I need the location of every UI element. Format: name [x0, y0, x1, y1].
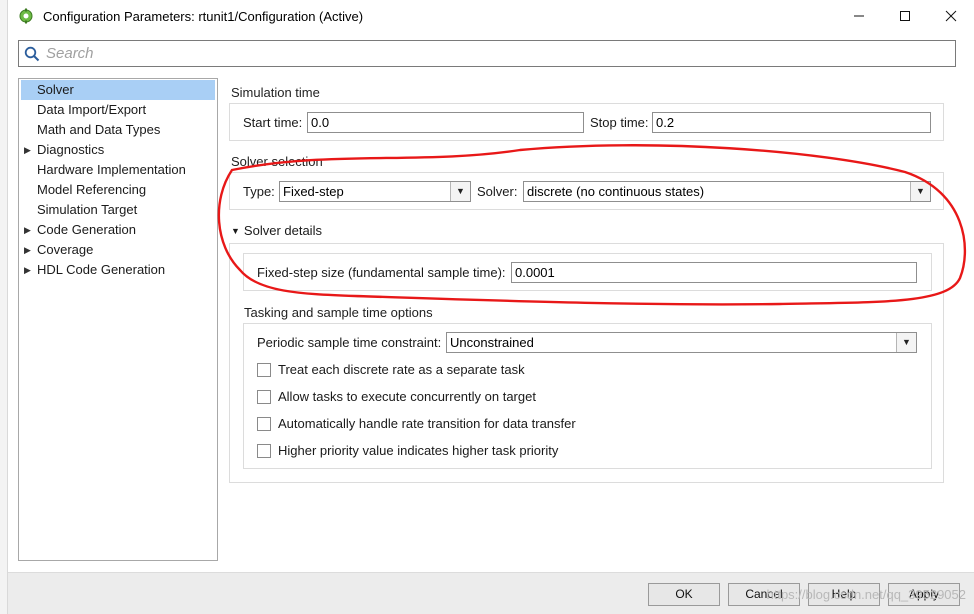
stop-time-field[interactable]: 0.2	[652, 112, 931, 133]
periodic-constraint-label: Periodic sample time constraint:	[257, 335, 442, 350]
nav-item-label: Diagnostics	[37, 142, 105, 157]
solver-settings-panel: Simulation time Start time: 0.0 Stop tim…	[222, 78, 952, 561]
nav-item-data-import-export[interactable]: Data Import/Export	[19, 100, 217, 120]
nav-item-label: Math and Data Types	[37, 122, 161, 137]
background-window-strip	[0, 0, 8, 614]
collapse-arrow-icon: ▼	[231, 225, 240, 236]
fixed-step-size-field[interactable]: 0.0001	[511, 262, 917, 283]
concurrent-tasks-option[interactable]: Allow tasks to execute concurrently on t…	[257, 389, 536, 404]
start-time-field[interactable]: 0.0	[307, 112, 584, 133]
dropdown-arrow-icon[interactable]: ▼	[910, 182, 930, 201]
nav-item-simulation-target[interactable]: Simulation Target	[19, 200, 217, 220]
nav-item-solver[interactable]: Solver	[21, 80, 215, 100]
ok-button[interactable]: OK	[648, 583, 720, 606]
title-bar: Configuration Parameters: rtunit1/Config…	[8, 0, 974, 32]
rate-transition-checkbox[interactable]	[257, 416, 271, 431]
minimize-icon	[854, 15, 864, 17]
concurrent-tasks-checkbox[interactable]	[257, 389, 271, 404]
periodic-constraint-value: Unconstrained	[450, 335, 534, 350]
expand-arrow-icon[interactable]: ▶	[24, 220, 31, 240]
nav-item-label: Solver	[37, 82, 74, 97]
checkbox-label: Allow tasks to execute concurrently on t…	[278, 389, 536, 404]
checkbox-label: Automatically handle rate transition for…	[278, 416, 576, 431]
search-placeholder: Search	[46, 45, 94, 62]
dropdown-arrow-icon[interactable]: ▼	[896, 333, 916, 352]
solver-label: Solver:	[477, 184, 518, 199]
simulation-time-title: Simulation time	[231, 85, 320, 100]
solver-type-value: Fixed-step	[283, 184, 344, 199]
maximize-icon	[900, 11, 910, 21]
nav-item-diagnostics[interactable]: ▶ Diagnostics	[19, 140, 217, 160]
simulink-app-icon	[18, 8, 34, 24]
solver-details-header[interactable]: ▼ Solver details	[231, 223, 322, 238]
nav-item-label: Simulation Target	[37, 202, 138, 217]
dialog-button-bar: OK Cancel Help Apply https://blog.csdn.n…	[8, 572, 974, 614]
priority-option[interactable]: Higher priority value indicates higher t…	[257, 443, 558, 458]
fixed-step-size-label: Fixed-step size (fundamental sample time…	[257, 265, 506, 280]
solver-type-select[interactable]: Fixed-step ▼	[279, 181, 471, 202]
close-icon	[945, 10, 957, 22]
search-icon	[24, 46, 40, 61]
checkbox-label: Higher priority value indicates higher t…	[278, 443, 559, 458]
periodic-constraint-select[interactable]: Unconstrained ▼	[446, 332, 917, 353]
expand-arrow-icon[interactable]: ▶	[24, 140, 31, 160]
nav-item-label: Data Import/Export	[37, 102, 147, 117]
close-button[interactable]	[928, 0, 974, 32]
nav-item-code-generation[interactable]: ▶ Code Generation	[19, 220, 217, 240]
nav-item-label: Hardware Implementation	[37, 162, 186, 177]
search-input[interactable]: Search	[18, 40, 956, 67]
nav-item-hdl-code-generation[interactable]: ▶ HDL Code Generation	[19, 260, 217, 280]
solver-selection-title: Solver selection	[231, 154, 323, 169]
priority-checkbox[interactable]	[257, 443, 271, 458]
tasking-options-title: Tasking and sample time options	[244, 305, 433, 320]
stop-time-label: Stop time:	[590, 115, 649, 130]
nav-item-math-and-data-types[interactable]: Math and Data Types	[19, 120, 217, 140]
solver-select[interactable]: discrete (no continuous states) ▼	[523, 181, 931, 202]
nav-item-label: Coverage	[37, 242, 94, 257]
nav-item-coverage[interactable]: ▶ Coverage	[19, 240, 217, 260]
window-title: Configuration Parameters: rtunit1/Config…	[43, 8, 364, 24]
separate-task-option[interactable]: Treat each discrete rate as a separate t…	[257, 362, 525, 377]
checkbox-label: Treat each discrete rate as a separate t…	[278, 362, 525, 377]
start-time-label: Start time:	[243, 115, 303, 130]
maximize-button[interactable]	[882, 0, 928, 32]
category-tree: Solver Data Import/Export Math and Data …	[18, 78, 218, 561]
nav-item-hardware-implementation[interactable]: Hardware Implementation	[19, 160, 217, 180]
solver-details-title: Solver details	[243, 223, 322, 238]
solver-value: discrete (no continuous states)	[527, 184, 705, 199]
nav-item-label: Code Generation	[37, 222, 137, 237]
expand-arrow-icon[interactable]: ▶	[24, 260, 31, 280]
solver-type-label: Type:	[243, 184, 275, 199]
minimize-button[interactable]	[836, 0, 882, 32]
expand-arrow-icon[interactable]: ▶	[24, 240, 31, 260]
rate-transition-option[interactable]: Automatically handle rate transition for…	[257, 416, 576, 431]
nav-item-label: Model Referencing	[37, 182, 147, 197]
dropdown-arrow-icon[interactable]: ▼	[450, 182, 470, 201]
watermark-text: https://blog.csdn.net/qq_39529052	[766, 587, 967, 602]
nav-item-label: HDL Code Generation	[37, 262, 166, 277]
nav-item-model-referencing[interactable]: Model Referencing	[19, 180, 217, 200]
separate-task-checkbox[interactable]	[257, 362, 271, 377]
